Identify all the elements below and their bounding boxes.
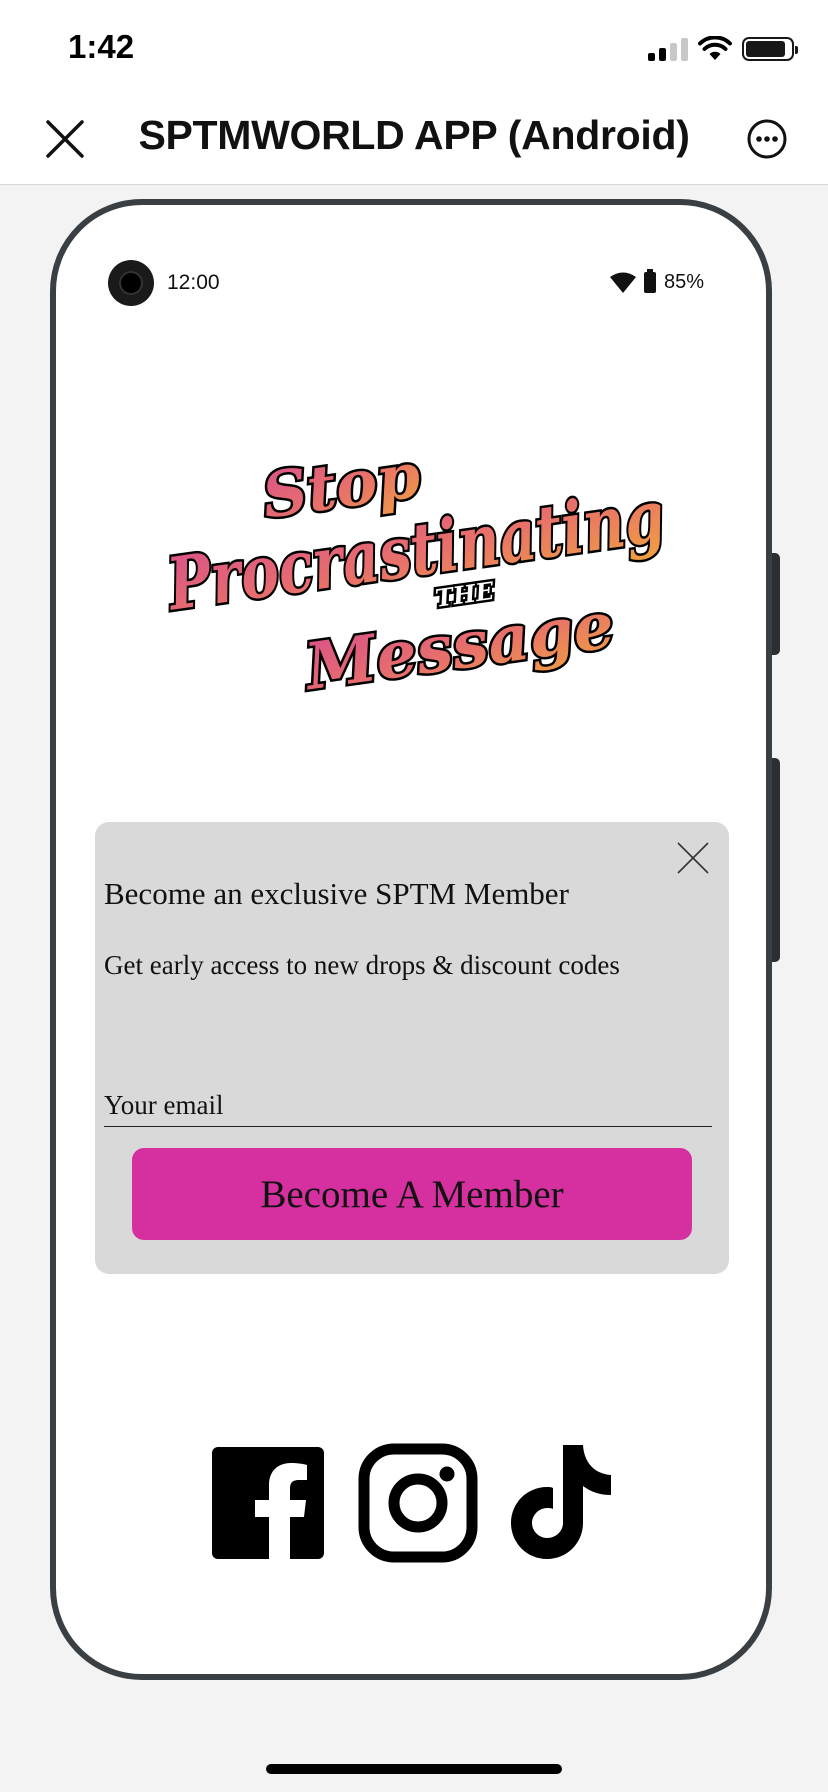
- navigation-bar: SPTMWORLD APP (Android): [0, 96, 828, 185]
- page-title: SPTMWORLD APP (Android): [138, 112, 690, 158]
- android-status-bar: 12:00 85%: [56, 205, 766, 315]
- membership-popup: Become an exclusive SPTM Member Get earl…: [95, 822, 729, 1274]
- battery-percent: 85%: [663, 271, 704, 293]
- battery-icon: [742, 37, 798, 61]
- phone-mockup: 12:00 85% Stop Procrastinating THE Messa…: [50, 199, 772, 1680]
- email-input[interactable]: [104, 1084, 712, 1127]
- stop-procrastinating-logo: Stop Procrastinating THE Message: [158, 436, 672, 705]
- android-status-icons: 85%: [609, 269, 704, 294]
- instagram-icon[interactable]: [358, 1443, 478, 1563]
- popup-title: Become an exclusive SPTM Member: [104, 876, 569, 911]
- close-icon[interactable]: [675, 840, 711, 876]
- ios-time: 1:42: [68, 28, 135, 65]
- facebook-icon[interactable]: [208, 1443, 328, 1563]
- wifi-icon: [698, 36, 732, 60]
- ios-status-icons: [648, 36, 798, 62]
- popup-subtitle: Get early access to new drops & discount…: [104, 950, 620, 980]
- wifi-icon: [609, 272, 636, 293]
- phone-side-button: [772, 758, 780, 962]
- become-member-button[interactable]: Become A Member: [132, 1148, 692, 1240]
- battery-icon: [643, 269, 656, 293]
- camera-icon: [108, 260, 154, 306]
- ios-status-bar: 1:42: [0, 0, 828, 96]
- cellular-signal-icon: [648, 37, 688, 61]
- home-indicator[interactable]: [266, 1764, 562, 1774]
- phone-side-button: [772, 553, 780, 655]
- android-time: 12:00: [167, 271, 220, 294]
- more-icon[interactable]: [746, 118, 788, 160]
- tiktok-icon[interactable]: [507, 1443, 627, 1563]
